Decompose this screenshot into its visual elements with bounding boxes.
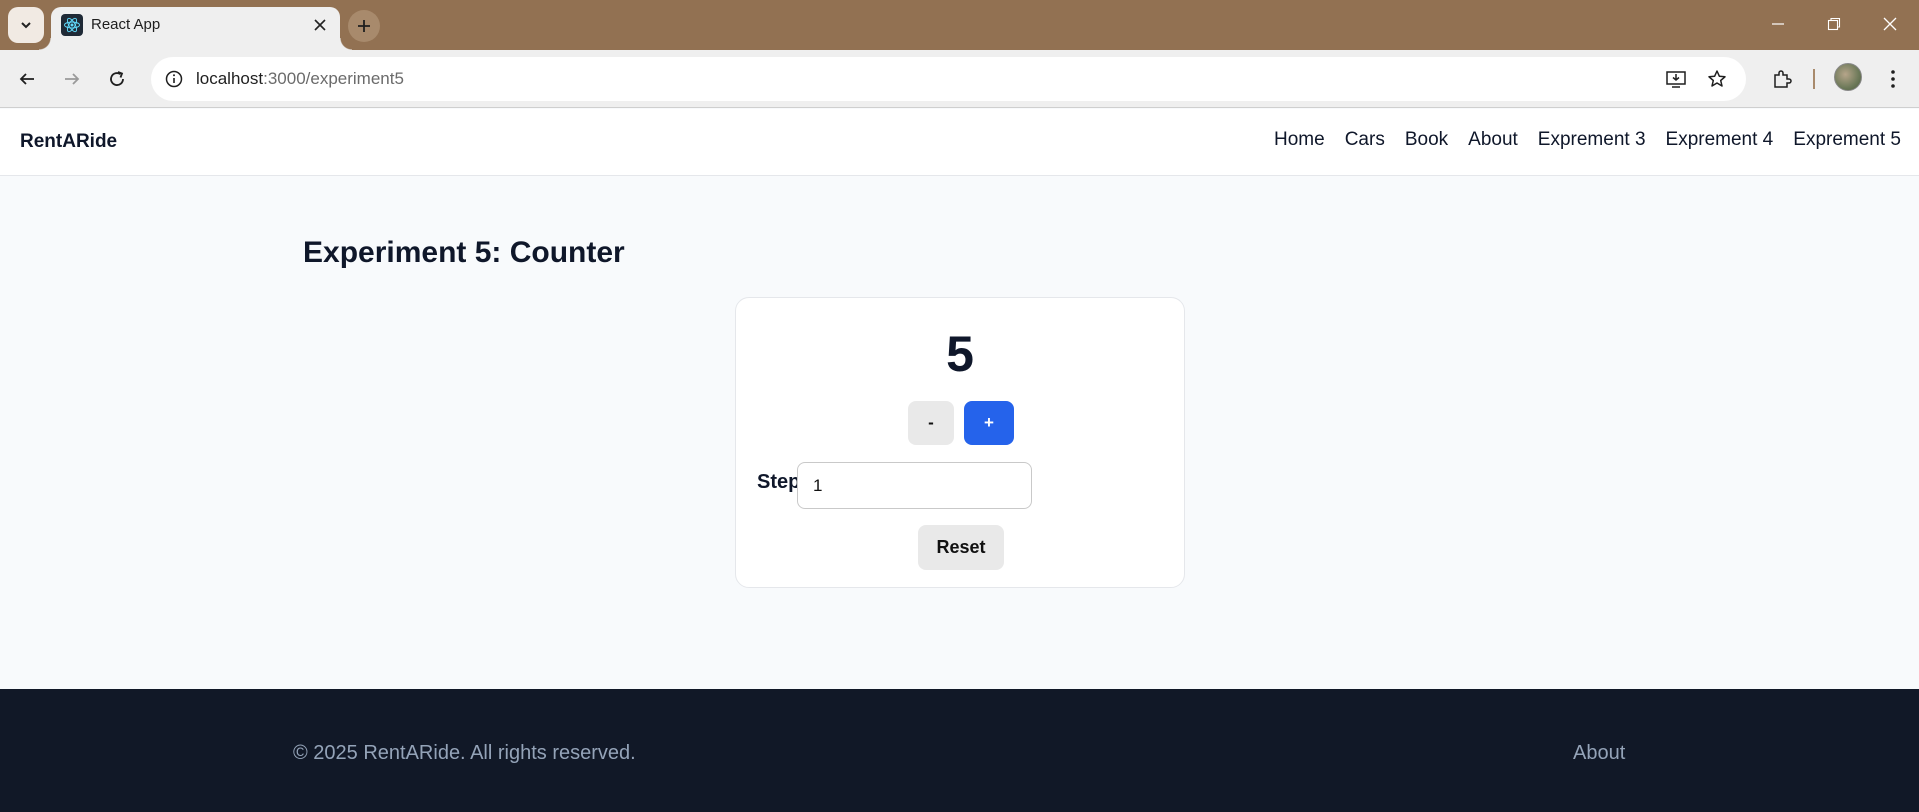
step-label: Step: [757, 471, 801, 493]
nav-link-book[interactable]: Book: [1405, 129, 1448, 151]
back-icon: [19, 73, 34, 85]
site-info-icon[interactable]: [159, 64, 189, 94]
bookmark-button[interactable]: [1702, 64, 1732, 94]
nav-link-home[interactable]: Home: [1274, 129, 1325, 151]
address-bar[interactable]: localhost:3000/experiment5: [151, 57, 1746, 101]
extensions-button[interactable]: [1765, 62, 1799, 96]
minimize-button[interactable]: [1758, 8, 1798, 40]
minimize-icon: [1772, 23, 1784, 25]
profile-avatar[interactable]: [1834, 63, 1862, 91]
site-navbar: RentARide Home Cars Book About Exprement…: [0, 109, 1919, 176]
nav-link-about[interactable]: About: [1468, 129, 1518, 151]
page-title: Experiment 5: Counter: [303, 236, 625, 269]
brand-logo[interactable]: RentARide: [20, 131, 117, 153]
new-tab-button[interactable]: [348, 10, 380, 42]
plus-icon: [358, 20, 370, 32]
install-app-button[interactable]: [1661, 64, 1691, 94]
footer-link-about[interactable]: About: [1573, 742, 1625, 765]
nav-link-cars[interactable]: Cars: [1345, 129, 1385, 151]
tab-title: React App: [91, 16, 161, 33]
nav-links: Home Cars Book About Exprement 3 Expreme…: [1274, 129, 1901, 151]
url-path: :3000/experiment5: [263, 69, 404, 88]
close-icon: [314, 19, 326, 31]
nav-link-exprement-3[interactable]: Exprement 3: [1538, 129, 1646, 151]
nav-link-exprement-5[interactable]: Exprement 5: [1793, 129, 1901, 151]
url-host: localhost: [196, 69, 264, 88]
reload-button[interactable]: [100, 62, 134, 96]
forward-button[interactable]: [55, 62, 89, 96]
browser-toolbar: localhost:3000/experiment5: [0, 50, 1919, 108]
menu-icon: [1891, 70, 1895, 88]
browser-tabbar: React App: [0, 0, 1919, 50]
reload-icon: [110, 71, 124, 86]
browser-tab-active[interactable]: React App: [39, 7, 352, 50]
site-footer: © 2025 RentARide. All rights reserved. A…: [0, 689, 1919, 812]
extensions-icon: [1774, 70, 1792, 88]
restore-icon: [1827, 17, 1841, 31]
back-button[interactable]: [10, 62, 44, 96]
step-input[interactable]: [797, 462, 1032, 509]
increment-button[interactable]: +: [964, 401, 1014, 445]
window-close-button[interactable]: [1870, 8, 1910, 40]
counter-value: 5: [946, 326, 974, 382]
window-close-icon: [1883, 17, 1897, 31]
footer-copyright: © 2025 RentARide. All rights reserved.: [293, 742, 636, 764]
toolbar-separator: [1813, 69, 1815, 89]
bookmark-star-icon: [1708, 70, 1726, 87]
url-text[interactable]: localhost:3000/experiment5: [196, 69, 404, 89]
close-tab-button[interactable]: [310, 15, 330, 35]
reset-button[interactable]: Reset: [918, 525, 1004, 570]
install-app-icon: [1666, 71, 1686, 88]
counter-card: 5 - + Step Reset: [735, 297, 1185, 588]
nav-link-exprement-4[interactable]: Exprement 4: [1666, 129, 1774, 151]
browser-menu-button[interactable]: [1876, 62, 1910, 96]
chevron-down-icon: [21, 22, 31, 29]
decrement-button[interactable]: -: [908, 401, 954, 445]
react-favicon-icon: [61, 14, 83, 36]
forward-icon: [65, 73, 80, 85]
restore-button[interactable]: [1814, 8, 1854, 40]
